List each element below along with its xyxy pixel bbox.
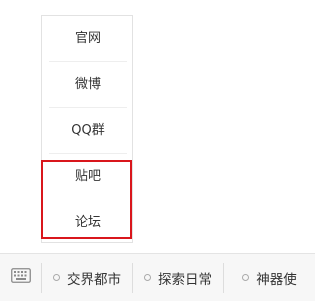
menu-item-weibo[interactable]: 微博	[49, 62, 127, 108]
circle-dot-icon	[144, 274, 151, 281]
circle-dot-icon	[53, 274, 60, 281]
keyboard-icon	[10, 268, 31, 287]
keyboard-toggle-button[interactable]	[0, 254, 41, 301]
tab-label: 神器使	[256, 271, 297, 288]
bottom-menu-bar: 交界都市 探索日常 神器使	[0, 253, 315, 301]
tab-label: 交界都市	[67, 271, 121, 288]
tab-tansuo-richang[interactable]: 探索日常	[133, 254, 223, 301]
menu-item-official-site[interactable]: 官网	[49, 16, 127, 62]
menu-item-tieba[interactable]: 贴吧	[49, 154, 127, 200]
menu-item-qq-group[interactable]: QQ群	[49, 108, 127, 154]
tab-shenqi-shi[interactable]: 神器使	[224, 254, 315, 301]
tab-label: 探索日常	[158, 271, 212, 288]
tab-jiaojie-dushi[interactable]: 交界都市	[42, 254, 132, 301]
circle-dot-icon	[242, 274, 250, 281]
submenu-popup: 官网 微博 QQ群 贴吧 论坛	[41, 15, 133, 243]
menu-item-forum[interactable]: 论坛	[49, 200, 127, 246]
